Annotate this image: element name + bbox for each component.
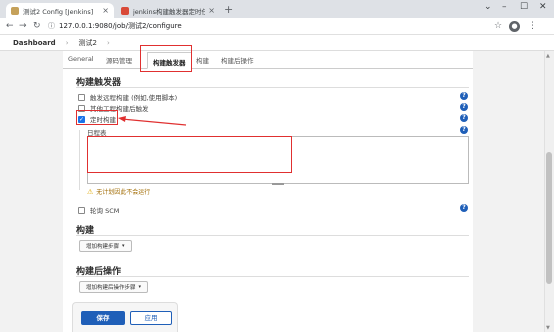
schedule-indent-line bbox=[79, 130, 80, 190]
info-icon[interactable]: ⓘ bbox=[48, 21, 55, 31]
annotation-box-tab bbox=[140, 45, 192, 72]
menu-dots-icon[interactable]: ⋮ bbox=[528, 21, 537, 31]
section-divider bbox=[76, 235, 469, 236]
help-icon[interactable]: ? bbox=[460, 126, 468, 134]
add-build-step-button[interactable]: 增加构建步骤 ▾ bbox=[79, 240, 132, 252]
trigger-remote-row[interactable]: 触发远程构建 (例如,使用脚本) bbox=[78, 92, 177, 102]
reload-icon[interactable]: ↻ bbox=[33, 21, 41, 31]
annotation-box-periodic bbox=[76, 110, 118, 125]
url-text: 127.0.0.1:9080/job/测试2/configure bbox=[59, 22, 182, 30]
bookmark-star-icon[interactable]: ☆ bbox=[494, 21, 502, 31]
trigger-remote-checkbox[interactable] bbox=[78, 93, 85, 101]
tab-post-build[interactable]: 构建后操作 bbox=[221, 55, 254, 65]
close-window-icon[interactable]: ✕ bbox=[539, 2, 547, 12]
add-post-build-step-button[interactable]: 增加构建后操作步骤 ▾ bbox=[79, 281, 149, 293]
help-icon[interactable]: ? bbox=[460, 92, 468, 100]
apply-button[interactable]: 应用 bbox=[130, 311, 172, 325]
warning-icon: ⚠ bbox=[87, 187, 94, 196]
trigger-remote-label: 触发远程构建 (例如,使用脚本) bbox=[90, 94, 178, 102]
browser-tab-bar: 测试2 Config [Jenkins] × jenkins构建触发器定时任务B… bbox=[0, 0, 554, 18]
address-bar-row: ← → ↻ ⓘ 127.0.0.1:9080/job/测试2/configure… bbox=[0, 18, 554, 35]
save-button[interactable]: 保存 bbox=[81, 311, 125, 325]
chevron-down-icon: ▾ bbox=[138, 284, 142, 290]
schedule-warning: ⚠ 无计划因此不会运行 bbox=[87, 187, 151, 197]
schedule-warning-text: 无计划因此不会运行 bbox=[96, 189, 151, 196]
chevron-down-icon: ▾ bbox=[122, 243, 125, 249]
browser-tab-title: jenkins构建触发器定时任务Build bbox=[133, 7, 206, 16]
tab-scm[interactable]: 源码管理 bbox=[106, 55, 132, 65]
browser-tab-config[interactable]: 测试2 Config [Jenkins] × bbox=[6, 3, 114, 18]
annotation-box-schedule bbox=[87, 136, 292, 173]
tab-general[interactable]: General bbox=[68, 55, 94, 63]
config-tabs: General 源码管理 构建触发器 构建 构建后操作 bbox=[63, 51, 473, 69]
browser-tab-title: 测试2 Config [Jenkins] bbox=[23, 7, 94, 16]
breadcrumb: Dashboard › 测试2 › bbox=[0, 35, 554, 51]
help-icon[interactable]: ? bbox=[460, 114, 468, 122]
breadcrumb-separator: › bbox=[65, 38, 69, 47]
trigger-poll-scm-label: 轮询 SCM bbox=[90, 207, 120, 215]
tab-build[interactable]: 构建 bbox=[196, 55, 209, 65]
add-post-build-step-label: 增加构建后操作步骤 bbox=[86, 285, 136, 291]
tab-favicon-icon bbox=[121, 6, 129, 15]
maximize-icon[interactable]: ☐ bbox=[520, 2, 528, 12]
jenkins-favicon-icon bbox=[11, 6, 19, 15]
annotation-arrow bbox=[118, 116, 187, 126]
section-divider bbox=[76, 87, 469, 88]
section-divider bbox=[76, 276, 469, 277]
forward-icon[interactable]: → bbox=[19, 21, 27, 31]
help-icon[interactable]: ? bbox=[460, 103, 468, 111]
profile-avatar-icon[interactable]: ● bbox=[509, 21, 520, 32]
breadcrumb-separator[interactable]: › bbox=[107, 39, 110, 47]
add-build-step-label: 增加构建步骤 bbox=[86, 244, 120, 250]
tab-search-icon[interactable]: ⌄ bbox=[484, 2, 492, 12]
minimize-icon[interactable]: – bbox=[502, 2, 507, 12]
close-tab-icon[interactable]: × bbox=[102, 6, 109, 15]
close-tab-icon[interactable]: × bbox=[208, 6, 215, 15]
url-field[interactable]: ⓘ 127.0.0.1:9080/job/测试2/configure bbox=[48, 21, 182, 31]
breadcrumb-job[interactable]: 测试2 bbox=[79, 38, 97, 48]
trigger-poll-scm-checkbox[interactable] bbox=[78, 206, 85, 214]
scroll-up-icon[interactable]: ▲ bbox=[546, 53, 550, 59]
trigger-poll-scm-row[interactable]: 轮询 SCM bbox=[78, 205, 119, 215]
scroll-down-icon[interactable]: ▼ bbox=[546, 325, 550, 331]
scrollbar-thumb[interactable] bbox=[546, 152, 552, 284]
breadcrumb-dashboard[interactable]: Dashboard bbox=[13, 39, 56, 47]
browser-tab-other[interactable]: jenkins构建触发器定时任务Build × bbox=[116, 3, 220, 18]
textarea-resize-handle[interactable] bbox=[272, 183, 284, 185]
back-icon[interactable]: ← bbox=[6, 21, 14, 31]
new-tab-icon[interactable]: + bbox=[224, 3, 233, 16]
help-icon[interactable]: ? bbox=[460, 204, 468, 212]
